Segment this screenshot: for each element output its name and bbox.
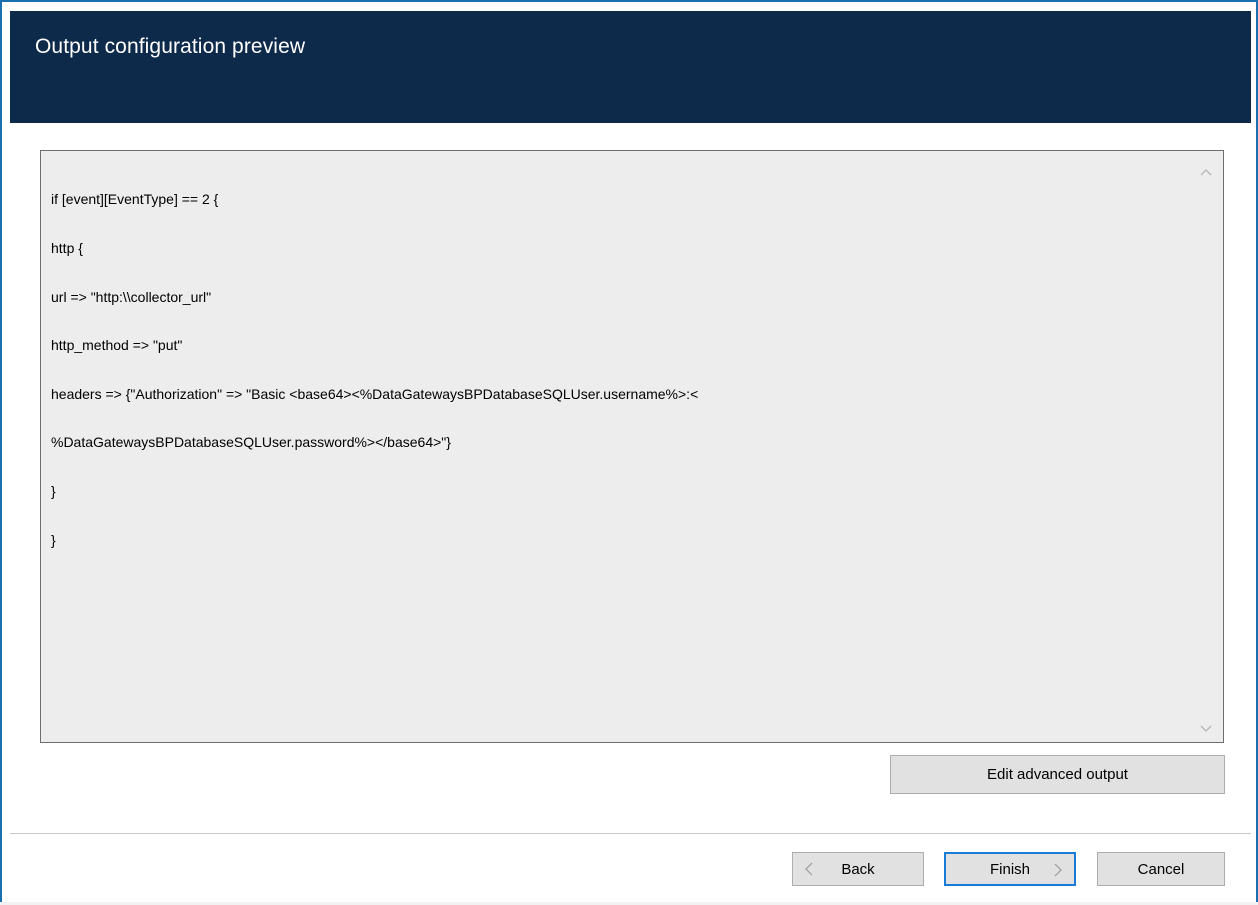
code-line: url => "http:\\collector_url" (51, 288, 212, 305)
finish-label: Finish (989, 860, 1030, 878)
edit-advanced-output-button[interactable]: Edit advanced output (890, 755, 1225, 794)
chevron-up-icon[interactable] (1197, 163, 1215, 181)
output-config-textbox[interactable]: if [event][EventType] == 2 { http { url … (40, 150, 1224, 743)
footer-divider (10, 833, 1251, 834)
chevron-right-icon (1054, 863, 1062, 881)
page-title: Output configuration preview (35, 35, 306, 58)
edit-advanced-output-label: Edit advanced output (987, 766, 1128, 783)
wizard-header: Output configuration preview (10, 11, 1251, 123)
code-line: %DataGatewaysBPDatabaseSQLUser.password%… (51, 434, 451, 451)
chevron-left-icon (805, 862, 813, 880)
finish-button[interactable]: Finish (944, 852, 1076, 886)
back-button[interactable]: Back (792, 852, 924, 886)
cancel-label: Cancel (1137, 860, 1185, 878)
chevron-down-icon[interactable] (1197, 720, 1215, 738)
code-line: } (51, 531, 56, 548)
code-content: if [event][EventType] == 2 { http { url … (51, 159, 1191, 580)
code-line: } (51, 482, 56, 499)
back-label: Back (841, 860, 875, 878)
code-line: http { (51, 240, 83, 256)
code-line: http_method => "put" (51, 337, 183, 354)
wizard-window: Output configuration preview if [event][… (0, 0, 1258, 905)
code-line: if [event][EventType] == 2 { (51, 191, 219, 208)
cancel-button[interactable]: Cancel (1097, 852, 1225, 886)
code-line: headers => {"Authorization" => "Basic <b… (51, 385, 699, 402)
